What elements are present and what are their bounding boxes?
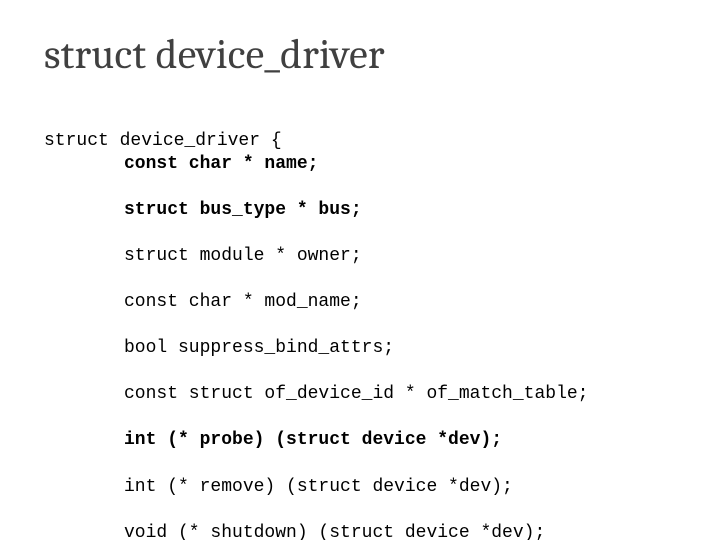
code-line: struct module * owner; <box>44 245 680 268</box>
code-line: int (* probe) (struct device *dev); <box>44 429 680 452</box>
code-line: const struct of_device_id * of_match_tab… <box>44 383 680 406</box>
code-line: void (* shutdown) (struct device *dev); <box>44 522 680 540</box>
code-line: struct device_driver { <box>44 131 282 151</box>
code-line: bool suppress_bind_attrs; <box>44 337 680 360</box>
code-line: int (* remove) (struct device *dev); <box>44 476 680 499</box>
code-line: struct bus_type * bus; <box>44 199 680 222</box>
code-line: const char * name; <box>44 153 680 176</box>
code-block: struct device_driver { const char * name… <box>44 107 680 540</box>
slide-title: struct device_driver <box>44 30 680 79</box>
slide: struct device_driver struct device_drive… <box>0 0 720 540</box>
code-line: const char * mod_name; <box>44 291 680 314</box>
